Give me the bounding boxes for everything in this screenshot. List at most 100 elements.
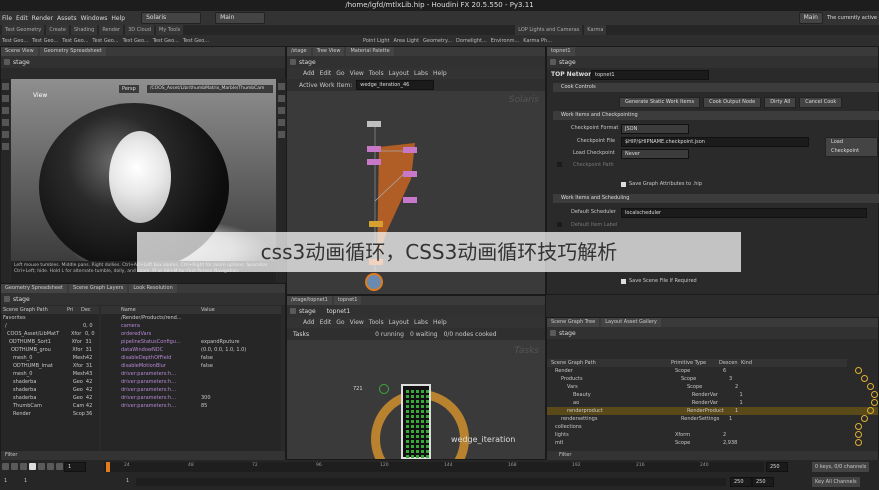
visibility-icon[interactable] — [867, 407, 874, 414]
table-row[interactable]: ao RenderVar 1 — [547, 399, 878, 407]
range-start2-field[interactable]: 1 — [24, 478, 27, 484]
shelf-tab[interactable]: 3D Cloud — [125, 25, 155, 35]
shelf-tool[interactable]: Test Geo... — [32, 38, 58, 44]
menu-edit[interactable]: Edit — [320, 70, 332, 77]
checkpoint-path-checkbox[interactable] — [557, 162, 562, 167]
jump-end-icon[interactable] — [56, 463, 63, 470]
work-item-dot[interactable] — [426, 420, 429, 423]
menu-view[interactable]: View — [350, 319, 364, 326]
menu-render[interactable]: Render — [32, 15, 53, 22]
tab-material-palette[interactable]: Material Palette — [346, 47, 394, 56]
menu-labs[interactable]: Labs — [414, 319, 428, 326]
work-item-dot[interactable] — [426, 440, 429, 443]
shelf-tab[interactable]: Create — [46, 25, 69, 35]
table-row[interactable]: Beauty RenderVar 1 — [547, 391, 878, 399]
default-item-label-checkbox[interactable] — [557, 222, 562, 227]
visibility-icon[interactable] — [861, 415, 868, 422]
work-items-checkpointing-section[interactable]: Work Items and Checkpointing — [553, 111, 879, 120]
work-item-dot[interactable] — [426, 445, 429, 448]
save-scene-checkbox[interactable] — [621, 279, 626, 284]
work-item-dot[interactable] — [416, 430, 419, 433]
menu-help[interactable]: Help — [433, 70, 447, 77]
menu-assets[interactable]: Assets — [57, 15, 77, 22]
table-row[interactable]: /Render/Products/rend... — [101, 314, 281, 322]
cancel-cook-button[interactable]: Cancel Cook — [799, 97, 843, 108]
column-header[interactable]: Pri — [67, 306, 81, 314]
desktop-dropdown[interactable]: Solaris — [141, 12, 202, 24]
work-item-dot[interactable] — [411, 420, 414, 423]
table-row[interactable]: ODTHUMB_grou Xfor 31 — [1, 346, 99, 354]
column-header[interactable]: Value — [201, 306, 281, 314]
table-row[interactable]: mesh_0 Mesh 43 — [1, 370, 99, 378]
work-item-dot[interactable] — [411, 390, 414, 393]
tab-tree-view[interactable]: Tree View — [312, 47, 345, 56]
work-item-dot[interactable] — [416, 425, 419, 428]
work-item-dot[interactable] — [426, 425, 429, 428]
work-item-dot[interactable] — [421, 410, 424, 413]
lop-node[interactable] — [403, 147, 417, 153]
timeline-track[interactable]: 24 48 72 96 120 144 168 192 216 240 — [104, 462, 764, 472]
scheduling-section[interactable]: Work Items and Scheduling — [553, 194, 879, 203]
lop-node[interactable] — [403, 171, 417, 177]
shelf-tool[interactable]: Domelight... — [456, 38, 487, 44]
rotate-tool-icon[interactable] — [2, 107, 9, 114]
work-item-dot[interactable] — [406, 390, 409, 393]
shelf-tab[interactable]: LOP Lights and Cameras — [515, 25, 583, 35]
work-item-dot[interactable] — [411, 400, 414, 403]
work-item-dot[interactable] — [411, 450, 414, 453]
work-item-dot[interactable] — [421, 440, 424, 443]
table-row[interactable]: driver:parameters:h... — [101, 378, 281, 386]
load-checkpoint-button[interactable]: Load Checkpoint — [825, 137, 878, 157]
column-header[interactable]: Dec — [81, 306, 95, 314]
tasks-path[interactable]: stage — [299, 308, 316, 315]
step-back-icon[interactable] — [11, 463, 18, 470]
shelf-tool[interactable]: Test Geo... — [153, 38, 179, 44]
work-item-dot[interactable] — [421, 405, 424, 408]
jump-start-icon[interactable] — [2, 463, 9, 470]
table-row[interactable]: disableMotionBlur false — [101, 362, 281, 370]
work-item-dot[interactable] — [411, 435, 414, 438]
work-item-dot[interactable] — [421, 395, 424, 398]
menu-edit[interactable]: Edit — [320, 319, 332, 326]
lop-node[interactable] — [369, 221, 383, 227]
work-item-dot[interactable] — [406, 420, 409, 423]
menu-tools[interactable]: Tools — [369, 319, 384, 326]
work-item-dot[interactable] — [421, 400, 424, 403]
tab-look-resolution[interactable]: Look Resolution — [129, 284, 177, 293]
generate-static-work-items-button[interactable]: Generate Static Work Items — [619, 97, 701, 108]
table-row[interactable]: Vars Scope 2 — [547, 383, 878, 391]
visibility-icon[interactable] — [855, 439, 862, 446]
range-end-a[interactable]: 250 — [730, 477, 752, 487]
parameters-path[interactable]: stage — [559, 59, 576, 66]
stop-icon[interactable] — [29, 463, 36, 470]
visibility-icon[interactable] — [855, 423, 862, 430]
camera-dropdown[interactable]: Persp — [119, 85, 139, 93]
display-option-icon[interactable] — [278, 83, 285, 90]
work-item-dot[interactable] — [406, 450, 409, 453]
time-cursor[interactable] — [106, 462, 110, 472]
shelf-tool[interactable]: Environm... — [491, 38, 520, 44]
work-item-dot[interactable] — [421, 445, 424, 448]
table-row[interactable]: collections — [547, 423, 878, 431]
shelf-tool[interactable]: Area Light — [393, 38, 419, 44]
tab-topnet-path[interactable]: /stage/topnet1 — [287, 296, 332, 305]
end-frame-field[interactable]: 250 — [766, 462, 788, 472]
viewport-path[interactable]: stage — [13, 59, 30, 66]
load-checkpoint-dropdown[interactable]: Never — [621, 149, 689, 159]
work-item-dot[interactable] — [421, 455, 424, 458]
menu-layout[interactable]: Layout — [389, 319, 409, 326]
menu-layout[interactable]: Layout — [389, 70, 409, 77]
work-item-dot[interactable] — [411, 440, 414, 443]
work-item-dot[interactable] — [426, 395, 429, 398]
work-item-dot[interactable] — [411, 410, 414, 413]
spreadsheet-filter[interactable]: Filter — [1, 451, 285, 460]
scene-graph-filter[interactable]: Filter — [547, 451, 878, 460]
visibility-icon[interactable] — [867, 383, 874, 390]
handle-tool-icon[interactable] — [2, 131, 9, 138]
range-start-field[interactable]: 1 — [4, 478, 7, 484]
wedge-iteration-node[interactable] — [401, 384, 431, 459]
work-item-dot[interactable] — [421, 450, 424, 453]
spreadsheet-path[interactable]: stage — [13, 296, 30, 303]
menu-file[interactable]: File — [2, 15, 12, 22]
column-header[interactable]: Scene Graph Path — [1, 306, 67, 314]
